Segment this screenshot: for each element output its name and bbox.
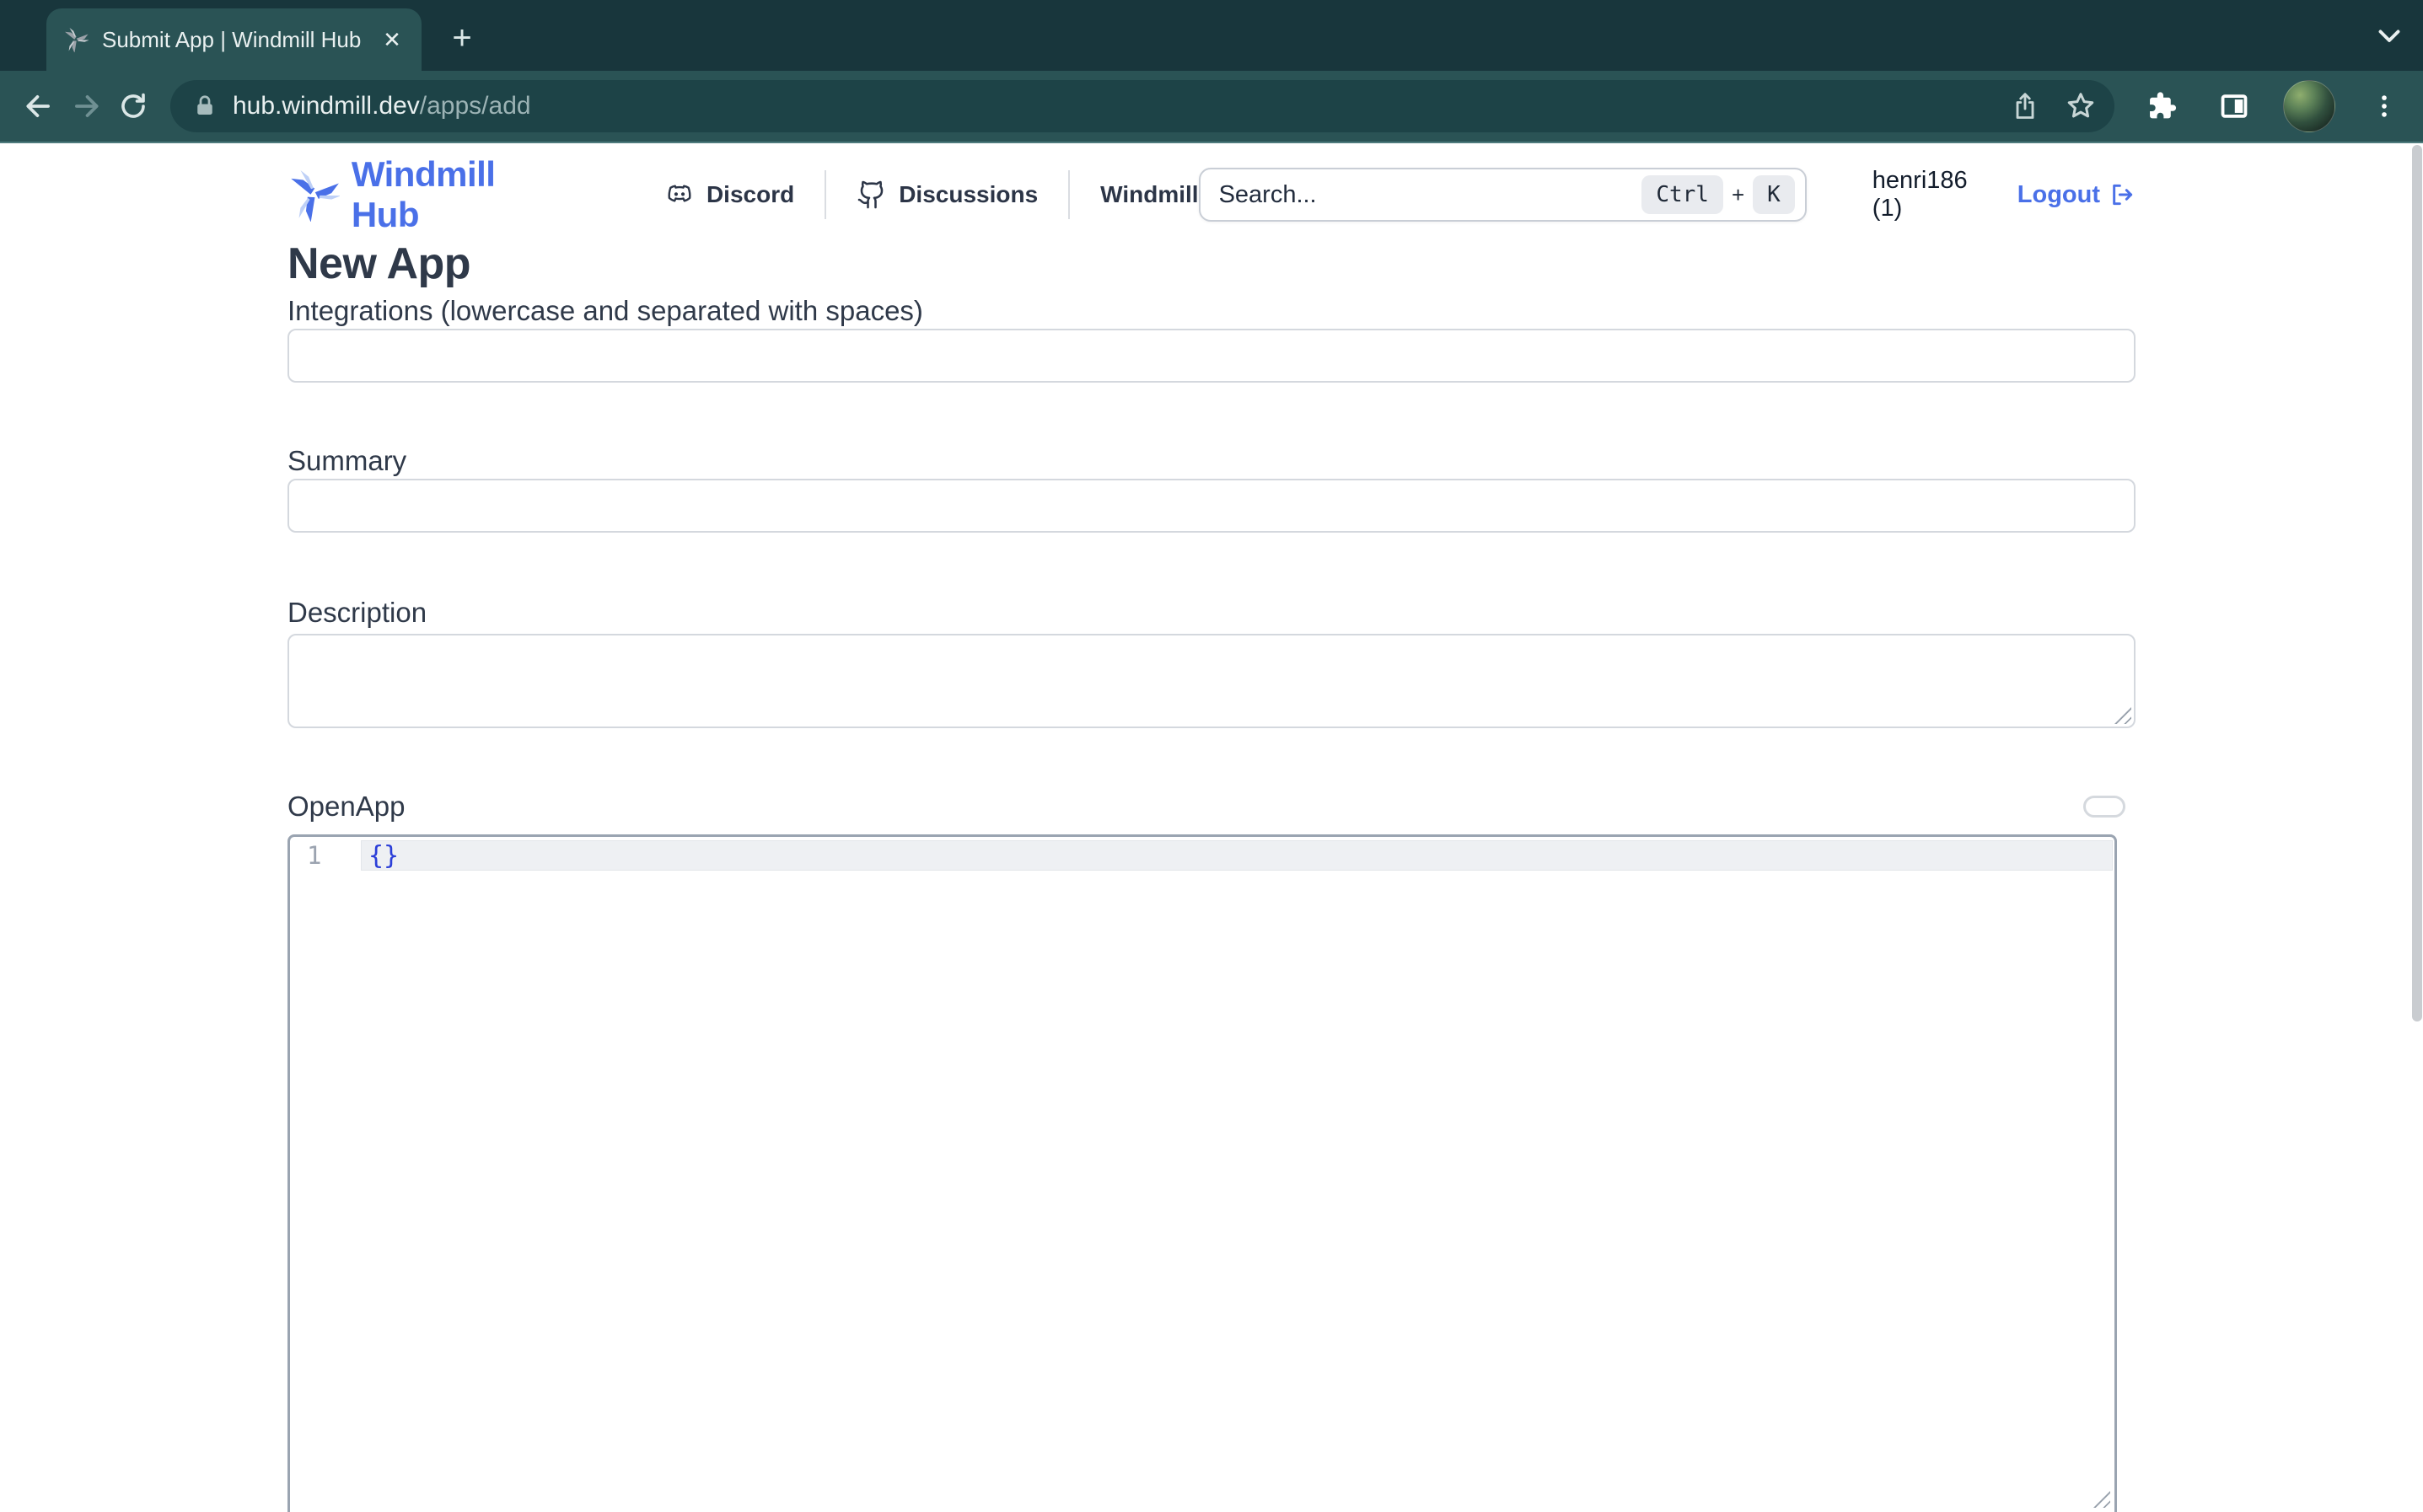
page-scrollbar[interactable]: [2412, 145, 2422, 1021]
openapp-label: OpenApp: [287, 789, 405, 824]
reload-button[interactable]: [110, 83, 157, 130]
tab-strip: Submit App | Windmill Hub ✕ +: [0, 0, 2423, 71]
logout-icon: [2109, 181, 2136, 208]
integrations-input[interactable]: [287, 329, 2136, 383]
description-label: Description: [287, 595, 2136, 630]
bookmark-star-icon: [2065, 90, 2097, 122]
windmill-favicon-icon: [63, 27, 89, 52]
url-text: hub.windmill.dev/apps/add: [233, 92, 531, 121]
side-panel-icon: [2218, 90, 2250, 122]
browser-tab[interactable]: Submit App | Windmill Hub ✕: [46, 8, 422, 71]
bookmark-button[interactable]: [2064, 89, 2098, 123]
code-line: 1 {}: [290, 837, 2114, 871]
description-textarea[interactable]: [287, 634, 2136, 728]
openapp-code-editor[interactable]: 1 {}: [287, 834, 2117, 1512]
logout-button[interactable]: Logout: [2017, 181, 2136, 209]
extensions-button[interactable]: [2138, 83, 2185, 130]
openapp-row: OpenApp: [287, 789, 2136, 824]
site-nav: Discord Discussions Windmill: [664, 170, 1199, 219]
back-icon: [23, 90, 55, 122]
nav-label-discord: Discord: [706, 181, 794, 208]
toolbar-actions: [2138, 80, 2408, 132]
kbd-plus: +: [1732, 182, 1744, 208]
reload-icon: [118, 91, 148, 121]
page-content: Windmill Hub Discord: [0, 143, 2423, 1512]
description-field: [287, 634, 2136, 728]
kbd-ctrl: Ctrl: [1641, 175, 1723, 214]
kbd-k: K: [1753, 175, 1795, 214]
share-icon: [2010, 91, 2040, 121]
integrations-label: Integrations (lowercase and separated wi…: [287, 293, 2136, 329]
search-input[interactable]: [1219, 181, 1642, 209]
summary-label: Summary: [287, 443, 2136, 479]
github-icon: [857, 180, 887, 210]
nav-label-discussions: Discussions: [899, 181, 1038, 208]
browser-window: Submit App | Windmill Hub ✕ + hub.windmi…: [0, 0, 2423, 1512]
forward-icon: [70, 90, 102, 122]
nav-item-discord[interactable]: Discord: [664, 180, 794, 210]
new-tab-button[interactable]: +: [445, 22, 479, 56]
user-section: henri186 (1) Logout: [1872, 167, 2136, 223]
address-bar[interactable]: hub.windmill.dev/apps/add: [170, 80, 2114, 132]
site-header: Windmill Hub Discord: [287, 143, 2136, 223]
nav-item-windmill[interactable]: Windmill: [1100, 181, 1198, 208]
kebab-menu-icon: [2370, 92, 2399, 121]
openapp-toggle[interactable]: [2083, 796, 2125, 818]
discord-icon: [664, 180, 695, 210]
profile-avatar[interactable]: [2283, 80, 2335, 132]
brand-name: Windmill Hub: [352, 154, 565, 235]
editor-resize-handle[interactable]: [2093, 1491, 2110, 1508]
nav-separator: [1068, 170, 1070, 219]
extensions-puzzle-icon: [2146, 90, 2178, 122]
brand-link[interactable]: Windmill Hub: [287, 154, 565, 235]
forward-button[interactable]: [62, 83, 110, 130]
code-text: {}: [368, 841, 399, 871]
tab-close-icon[interactable]: ✕: [379, 27, 405, 52]
search-box[interactable]: Ctrl + K: [1199, 168, 1807, 222]
browser-toolbar: hub.windmill.dev/apps/add: [0, 71, 2423, 143]
lock-icon: [192, 94, 218, 119]
nav-label-windmill: Windmill: [1100, 181, 1198, 208]
nav-separator: [825, 170, 826, 219]
windmill-logo-icon: [287, 168, 340, 222]
username: henri186 (1): [1872, 167, 1996, 223]
logout-label: Logout: [2017, 181, 2100, 209]
line-number: 1: [290, 837, 361, 871]
tab-search-chevron-icon[interactable]: [2374, 20, 2404, 51]
nav-item-discussions[interactable]: Discussions: [857, 180, 1038, 210]
url-path: /apps/add: [420, 92, 531, 120]
summary-input[interactable]: [287, 479, 2136, 533]
page-title: New App: [287, 239, 2136, 288]
side-panel-button[interactable]: [2211, 83, 2258, 130]
active-code-line[interactable]: {}: [361, 840, 2113, 871]
tab-title: Submit App | Windmill Hub: [102, 27, 379, 53]
back-button[interactable]: [15, 83, 62, 130]
share-button[interactable]: [2008, 89, 2042, 123]
browser-menu-button[interactable]: [2361, 83, 2408, 130]
url-host: hub.windmill.dev: [233, 92, 420, 120]
